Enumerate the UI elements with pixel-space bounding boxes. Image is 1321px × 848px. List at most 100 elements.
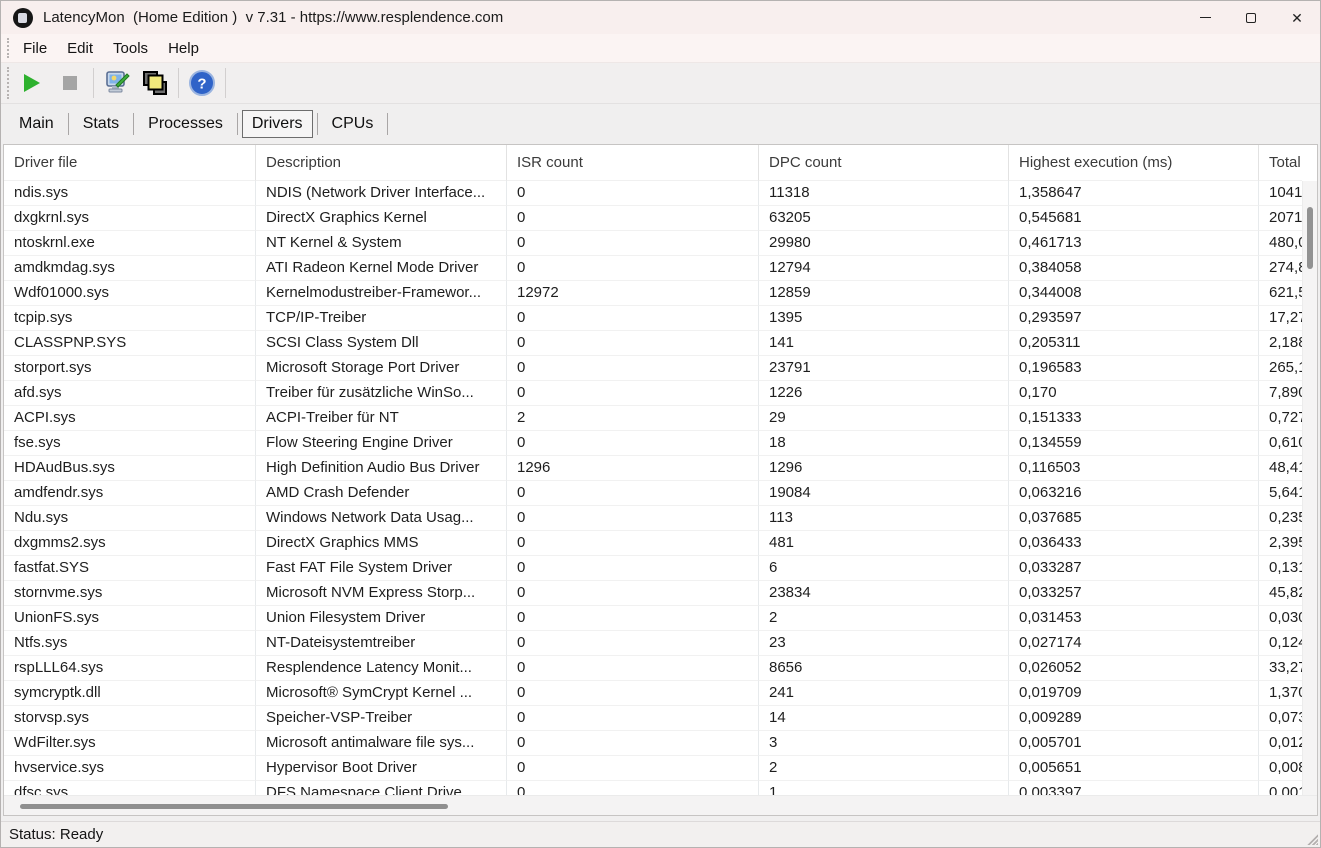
table-cell: 0	[507, 756, 759, 781]
table-cell: ntoskrnl.exe	[4, 231, 256, 256]
column-header[interactable]: Highest execution (ms)	[1009, 145, 1259, 181]
table-cell: amdkmdag.sys	[4, 256, 256, 281]
table-row[interactable]: CLASSPNP.SYS SCSI Class System Dll 0 141 0,2…	[4, 331, 1302, 356]
table-row[interactable]: dfsc.sys DFS Namespace Client Drive... 0 1 0…	[4, 781, 1302, 795]
table-cell: 0,727	[1259, 406, 1302, 431]
table-row[interactable]: ntoskrnl.exe NT Kernel & System 0 29980 0,46…	[4, 231, 1302, 256]
table-row[interactable]: HDAudBus.sys High Definition Audio Bus Dr…	[4, 456, 1302, 481]
table-row[interactable]: ACPI.sys ACPI-Treiber für NT 2 29 0,151333 0,…	[4, 406, 1302, 431]
horizontal-scrollbar-thumb[interactable]	[20, 804, 448, 809]
table-cell: 29	[759, 406, 1009, 431]
table-cell: Union Filesystem Driver	[256, 606, 507, 631]
table-row[interactable]: amdfendr.sys AMD Crash Defender 0 19084 0,06…	[4, 481, 1302, 506]
horizontal-scrollbar[interactable]	[4, 795, 1317, 815]
table-row[interactable]: hvservice.sys Hypervisor Boot Driver 0 2 0,0…	[4, 756, 1302, 781]
tab-drivers[interactable]: Drivers	[241, 110, 313, 138]
table-row[interactable]: storvsp.sys Speicher-VSP-Treiber 0 14 0,0092…	[4, 706, 1302, 731]
table-cell: tcpip.sys	[4, 306, 256, 331]
help-button[interactable]: ?	[183, 67, 221, 99]
help-icon: ?	[189, 70, 215, 96]
table-row[interactable]: UnionFS.sys Union Filesystem Driver 0 2 0,03…	[4, 606, 1302, 631]
table-cell: 3	[759, 731, 1009, 756]
tab-stats[interactable]: Stats	[69, 110, 133, 138]
table-cell: 0	[507, 681, 759, 706]
menu-tools[interactable]: Tools	[103, 37, 158, 60]
table-cell: 0,026052	[1009, 656, 1259, 681]
tab-main[interactable]: Main	[5, 110, 68, 138]
table-row[interactable]: fastfat.SYS Fast FAT File System Driver 0 6…	[4, 556, 1302, 581]
table-cell: 0	[507, 231, 759, 256]
maximize-button[interactable]	[1228, 1, 1274, 34]
table-row[interactable]: dxgmms2.sys DirectX Graphics MMS 0 481 0,036…	[4, 531, 1302, 556]
table-cell: ACPI-Treiber für NT	[256, 406, 507, 431]
resize-grip-icon[interactable]	[1304, 831, 1318, 845]
column-header[interactable]: Total	[1259, 145, 1302, 181]
table-cell: 0,005701	[1009, 731, 1259, 756]
menu-file[interactable]: File	[13, 37, 57, 60]
table-cell: dxgkrnl.sys	[4, 206, 256, 231]
table-cell: dfsc.sys	[4, 781, 256, 795]
table-row[interactable]: amdkmdag.sys ATI Radeon Kernel Mode Drive…	[4, 256, 1302, 281]
vertical-scrollbar-thumb[interactable]	[1307, 207, 1313, 269]
minimize-button[interactable]	[1182, 1, 1228, 34]
table-cell: 480,0	[1259, 231, 1302, 256]
menubar-grip[interactable]	[7, 38, 9, 58]
table-row[interactable]: storport.sys Microsoft Storage Port Drive…	[4, 356, 1302, 381]
table-cell: HDAudBus.sys	[4, 456, 256, 481]
table-row[interactable]: ndis.sys NDIS (Network Driver Interface..…	[4, 181, 1302, 206]
table-cell: NDIS (Network Driver Interface...	[256, 181, 507, 206]
report-button[interactable]	[136, 67, 174, 99]
table-cell: Wdf01000.sys	[4, 281, 256, 306]
toolbar-grip[interactable]	[7, 67, 9, 99]
vertical-scrollbar[interactable]	[1302, 181, 1317, 795]
table-cell: 0,134559	[1009, 431, 1259, 456]
table-cell: WdFilter.sys	[4, 731, 256, 756]
column-header[interactable]: Driver file	[4, 145, 256, 181]
table-cell: 0	[507, 706, 759, 731]
column-header[interactable]: DPC count	[759, 145, 1009, 181]
menu-help[interactable]: Help	[158, 37, 209, 60]
table-row[interactable]: dxgkrnl.sys DirectX Graphics Kernel 0 63205…	[4, 206, 1302, 231]
start-monitor-button[interactable]	[13, 67, 51, 99]
column-header[interactable]: Description	[256, 145, 507, 181]
table-row[interactable]: afd.sys Treiber für zusätzliche WinSo... 0…	[4, 381, 1302, 406]
maximize-icon	[1246, 12, 1256, 23]
table-cell: symcryptk.dll	[4, 681, 256, 706]
svg-text:?: ?	[197, 76, 206, 93]
table-cell: 0	[507, 206, 759, 231]
table-cell: 17,27	[1259, 306, 1302, 331]
menu-edit[interactable]: Edit	[57, 37, 103, 60]
table-row[interactable]: rspLLL64.sys Resplendence Latency Monit..…	[4, 656, 1302, 681]
table-cell: ACPI.sys	[4, 406, 256, 431]
table-cell: 19084	[759, 481, 1009, 506]
table-cell: 8656	[759, 656, 1009, 681]
options-button[interactable]	[98, 67, 136, 99]
table-row[interactable]: tcpip.sys TCP/IP-Treiber 0 1395 0,293597 17,2…	[4, 306, 1302, 331]
table-row[interactable]: symcryptk.dll Microsoft® SymCrypt Kernel …	[4, 681, 1302, 706]
table-cell: amdfendr.sys	[4, 481, 256, 506]
tab-processes[interactable]: Processes	[134, 110, 237, 138]
tab-separator	[387, 113, 389, 135]
tab-cpus[interactable]: CPUs	[318, 110, 388, 138]
table-cell: Fast FAT File System Driver	[256, 556, 507, 581]
stop-monitor-button[interactable]	[51, 67, 89, 99]
table-cell: 0,235	[1259, 506, 1302, 531]
table-cell: ndis.sys	[4, 181, 256, 206]
table-cell: Speicher-VSP-Treiber	[256, 706, 507, 731]
table-cell: 0	[507, 256, 759, 281]
table-cell: 0	[507, 656, 759, 681]
table-cell: Ndu.sys	[4, 506, 256, 531]
close-button[interactable]: ✕	[1274, 1, 1320, 34]
table-row[interactable]: Ndu.sys Windows Network Data Usag... 0 113 0…	[4, 506, 1302, 531]
tab-bar: Main Stats Processes Drivers CPUs	[1, 104, 1320, 144]
table-row[interactable]: fse.sys Flow Steering Engine Driver 0 18 0,1…	[4, 431, 1302, 456]
column-header[interactable]: ISR count	[507, 145, 759, 181]
table-cell: fse.sys	[4, 431, 256, 456]
table-row[interactable]: Wdf01000.sys Kernelmodustreiber-Framewor.…	[4, 281, 1302, 306]
table-cell: 0	[507, 306, 759, 331]
table-row[interactable]: WdFilter.sys Microsoft antimalware file s…	[4, 731, 1302, 756]
table-row[interactable]: Ntfs.sys NT-Dateisystemtreiber 0 23 0,027174…	[4, 631, 1302, 656]
table-cell: 0	[507, 356, 759, 381]
table-cell: 0,116503	[1009, 456, 1259, 481]
table-row[interactable]: stornvme.sys Microsoft NVM Express Storp.…	[4, 581, 1302, 606]
